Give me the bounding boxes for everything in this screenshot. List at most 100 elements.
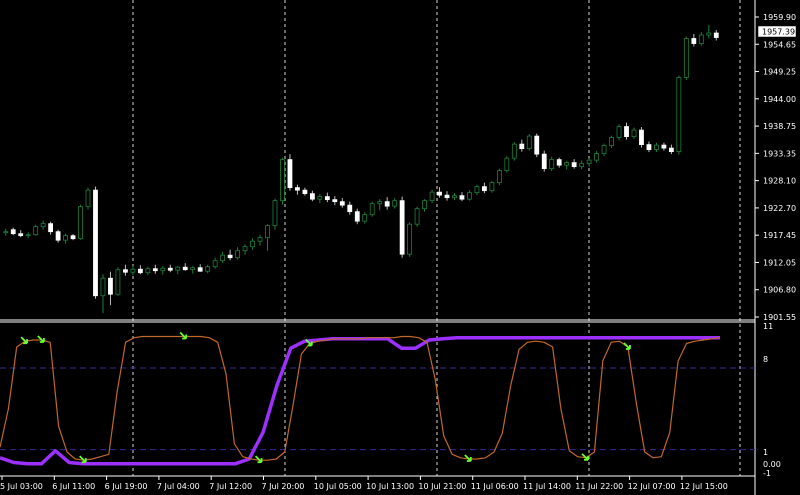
fast-line[interactable] [0, 335, 721, 461]
candle-body[interactable] [63, 235, 68, 241]
candle-body[interactable] [452, 195, 457, 199]
indicator-lines[interactable] [0, 335, 721, 466]
candle-body[interactable] [624, 126, 629, 137]
candle-body[interactable] [309, 193, 315, 200]
candle-body[interactable] [399, 200, 405, 255]
candle-body[interactable] [511, 143, 517, 159]
candle-body[interactable] [137, 268, 143, 274]
candle-body[interactable] [280, 159, 285, 202]
candle-body[interactable] [3, 231, 9, 234]
candle-body[interactable] [100, 277, 106, 297]
candle-body[interactable] [265, 225, 270, 239]
candle-body[interactable] [40, 223, 46, 228]
candle-body[interactable] [668, 147, 674, 153]
candle-body[interactable] [339, 201, 345, 206]
candle-body[interactable] [586, 159, 592, 165]
candle-body[interactable] [414, 208, 420, 225]
candle-body[interactable] [287, 159, 293, 189]
candle-body[interactable] [85, 189, 91, 208]
candle-body[interactable] [295, 187, 300, 191]
candle-body[interactable] [362, 214, 368, 222]
slow-line[interactable] [0, 335, 720, 466]
candle-body[interactable] [541, 153, 547, 170]
candle-body[interactable] [145, 268, 151, 274]
candle-body[interactable] [347, 204, 353, 213]
candle-body[interactable] [108, 277, 113, 295]
candle-body[interactable] [175, 266, 181, 271]
candle-body[interactable] [706, 32, 712, 36]
candle-body[interactable] [160, 267, 166, 272]
candle-body[interactable] [317, 196, 323, 200]
candle-body[interactable] [250, 240, 255, 248]
candle-body[interactable] [467, 192, 472, 200]
candle-body[interactable] [190, 267, 196, 271]
candle-body[interactable] [594, 153, 599, 161]
candle-body[interactable] [519, 143, 525, 150]
candle-body[interactable] [526, 135, 532, 150]
candle-body[interactable] [10, 229, 16, 235]
candle-body[interactable] [639, 129, 644, 146]
candle-body[interactable] [474, 186, 480, 194]
candle-body[interactable] [489, 182, 495, 192]
time-axis[interactable]: 5 Jul 03:00 6 Jul 11:00 6 Jul 19:00 7 Jul 0… [0, 476, 728, 491]
candle-body[interactable] [227, 254, 233, 259]
candle-body[interactable] [324, 196, 330, 201]
candle-body[interactable] [152, 268, 158, 272]
candle-body[interactable] [691, 38, 697, 44]
candle-body[interactable] [646, 144, 652, 151]
candle-body[interactable] [18, 233, 24, 237]
candle-body[interactable] [93, 189, 98, 297]
candle-body[interactable] [459, 195, 465, 200]
candle-body[interactable] [422, 200, 427, 210]
candle-body[interactable] [242, 246, 248, 252]
candle-body[interactable] [676, 77, 682, 153]
candle-body[interactable] [369, 203, 375, 216]
candle-body[interactable] [272, 200, 278, 227]
candle-body[interactable] [631, 129, 637, 137]
candle-body[interactable] [182, 266, 188, 271]
candle-body[interactable] [115, 269, 121, 295]
candle-body[interactable] [437, 191, 442, 196]
candle-body[interactable] [25, 234, 31, 237]
candle-body[interactable] [33, 226, 39, 236]
candle-body[interactable] [698, 34, 704, 44]
candle-body[interactable] [482, 186, 487, 192]
candle-body[interactable] [257, 237, 263, 242]
candle-body[interactable] [571, 162, 577, 168]
candle-body[interactable] [556, 159, 562, 166]
candle-body[interactable] [354, 211, 360, 222]
candle-body[interactable] [407, 223, 413, 255]
candle-body[interactable] [534, 135, 540, 155]
trading-terminal-chart[interactable]: 1959.90 1954.65 1949.25 1944.00 1938.75 1933.… [0, 0, 800, 495]
candle-body[interactable] [564, 162, 570, 166]
candle-body[interactable] [504, 157, 510, 172]
candle-body[interactable] [70, 235, 76, 240]
price-axis[interactable]: 1959.90 1954.65 1949.25 1944.00 1938.75 1933.… [755, 13, 796, 322]
candle-body[interactable] [683, 38, 689, 78]
candle-body[interactable] [205, 266, 211, 272]
candle-body[interactable] [496, 170, 502, 184]
candle-body[interactable] [444, 194, 450, 199]
candle-body[interactable] [302, 189, 308, 195]
candle-body[interactable] [197, 267, 203, 272]
candle-body[interactable] [579, 163, 585, 168]
candle-body[interactable] [384, 201, 390, 207]
candle-body[interactable] [601, 145, 607, 155]
candle-body[interactable] [78, 206, 83, 240]
candle-body[interactable] [609, 137, 614, 147]
candle-body[interactable] [167, 267, 173, 271]
candle-body[interactable] [661, 144, 667, 149]
candle-body[interactable] [392, 200, 398, 207]
candle-body[interactable] [549, 159, 555, 170]
candle-body[interactable] [220, 254, 226, 262]
candle-body[interactable] [235, 250, 240, 259]
candle-body[interactable] [55, 231, 61, 241]
candle-body[interactable] [713, 32, 719, 38]
candle-body[interactable] [212, 260, 218, 268]
price-candles[interactable] [3, 25, 719, 314]
candle-body[interactable] [654, 144, 659, 151]
candle-body[interactable] [377, 201, 383, 205]
candle-body[interactable] [429, 191, 435, 202]
candle-body[interactable] [332, 199, 338, 203]
candle-body[interactable] [616, 126, 622, 139]
